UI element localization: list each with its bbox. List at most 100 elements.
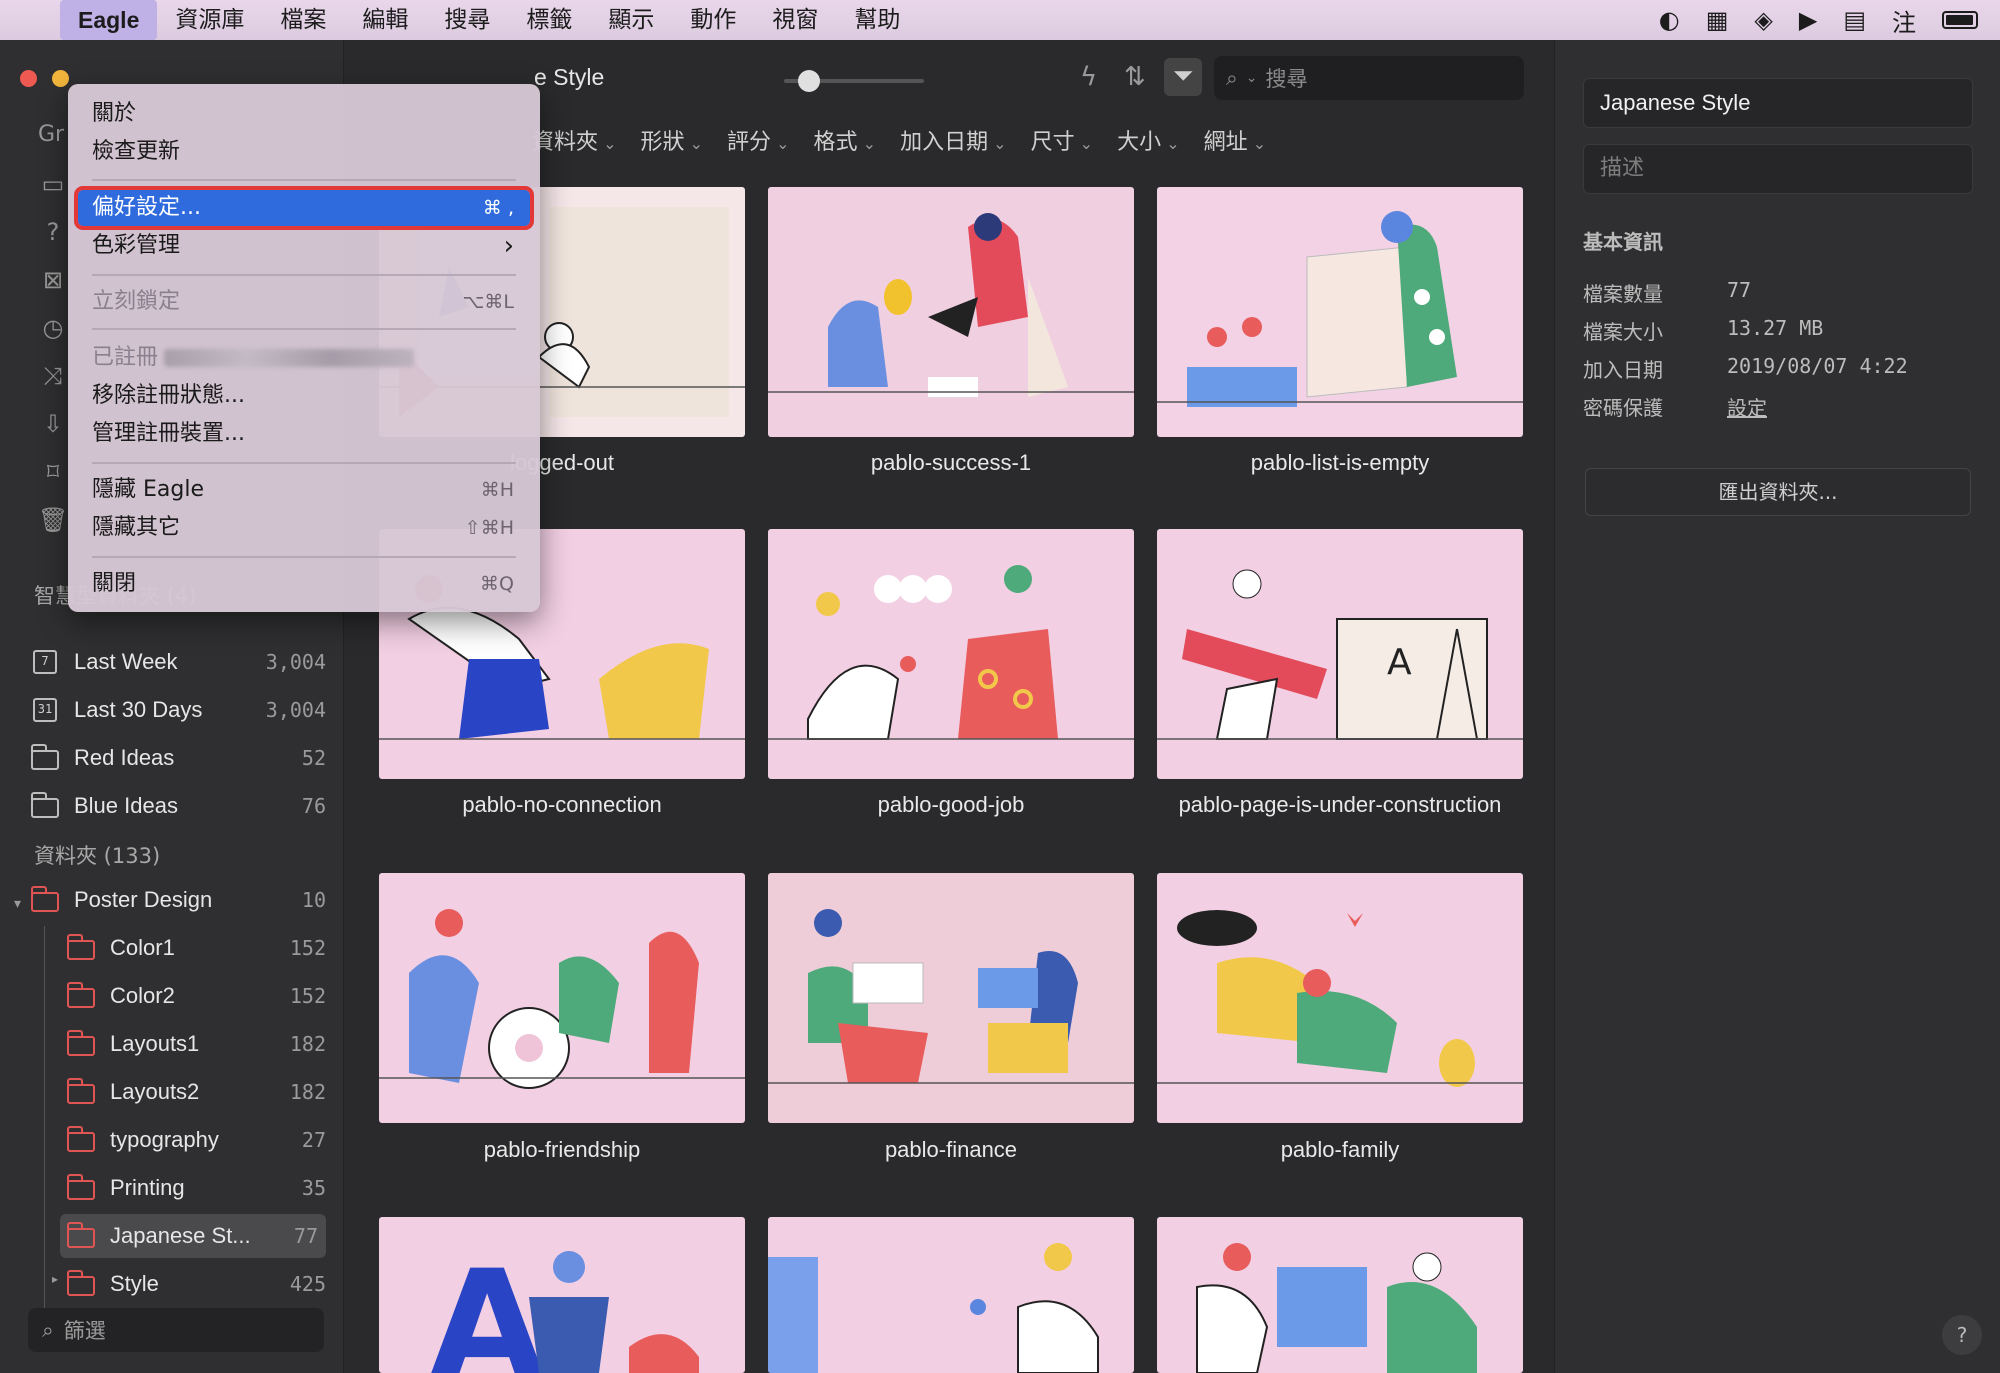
info-row-password: 密碼保護 設定 — [1583, 392, 1767, 421]
filter-placeholder: 篩選 — [63, 1319, 106, 1343]
export-folder-button[interactable]: 匯出資料夾... — [1585, 468, 1971, 516]
filter-shape[interactable]: 形狀 — [641, 124, 704, 156]
layers-icon[interactable]: ◈ — [1754, 6, 1772, 34]
bookmark-icon[interactable]: ⌑ — [38, 458, 68, 506]
menu-window[interactable]: 視窗 — [754, 0, 836, 40]
folder-poster-design[interactable]: Poster Design 10 — [30, 878, 326, 922]
menu-eagle[interactable]: Eagle — [60, 0, 158, 40]
random-icon[interactable]: ⤨ — [38, 362, 68, 410]
menu-item-remove-registration[interactable]: 移除註冊狀態... — [78, 378, 530, 414]
slider-knob[interactable] — [798, 70, 820, 92]
menu-item-hide-others[interactable]: 隱藏其它 ⇧⌘H — [78, 510, 530, 546]
thumbnail-size-slider[interactable] — [784, 70, 924, 92]
folder-icon — [66, 1030, 96, 1057]
filter-format[interactable]: 格式 — [814, 124, 877, 156]
close-window-button[interactable] — [20, 70, 37, 87]
menu-item-check-updates[interactable]: 檢查更新 — [78, 134, 530, 170]
filter-dimensions[interactable]: 尺寸 — [1031, 124, 1094, 156]
menu-tags[interactable]: 標籤 — [508, 0, 590, 40]
menu-item-color-management[interactable]: 色彩管理 › — [78, 228, 530, 264]
unsorted-icon[interactable]: ? — [38, 218, 68, 266]
info-value: 77 — [1727, 278, 1752, 302]
info-row-date-added: 加入日期 2019/08/07 4:22 — [1583, 354, 1908, 383]
trash-icon[interactable]: 🗑 — [38, 506, 68, 554]
disclosure-triangle-icon[interactable]: ▾ — [14, 896, 21, 912]
filter-icon[interactable]: ⏷ — [1164, 58, 1202, 96]
menu-item-about[interactable]: 關於 — [78, 96, 530, 132]
grid-thumbnail[interactable] — [768, 1217, 1134, 1373]
folder-typography[interactable]: typography 27 — [66, 1118, 326, 1162]
smart-folder-last-week[interactable]: 7 Last Week 3,004 — [30, 640, 326, 684]
folder-japanese-style[interactable]: Japanese St... 77 — [60, 1214, 326, 1258]
folder-style[interactable]: Style 425 — [66, 1262, 326, 1306]
menu-edit[interactable]: 編輯 — [344, 0, 426, 40]
keyboard-icon[interactable]: ▤ — [1843, 6, 1866, 34]
folder-count: 425 — [289, 1272, 326, 1296]
illustration-image — [1157, 910, 1523, 1087]
menu-item-lock-now[interactable]: 立刻鎖定 ⌥⌘L — [78, 284, 530, 320]
folder-layouts2[interactable]: Layouts2 182 — [66, 1070, 326, 1114]
filter-rating[interactable]: 評分 — [727, 124, 790, 156]
menu-item-preferences[interactable]: 偏好設定... ⌘ , — [74, 186, 534, 230]
menu-library[interactable]: 資源庫 — [157, 0, 262, 40]
smart-folder-blue-ideas[interactable]: Blue Ideas 76 — [30, 784, 326, 828]
disclosure-triangle-icon[interactable]: ▸ — [52, 1272, 58, 1286]
smart-folder-icon — [30, 744, 60, 771]
play-icon[interactable]: ▶ — [1799, 6, 1817, 34]
folder-name-input[interactable]: Japanese Style — [1583, 78, 1973, 128]
grid-thumbnail[interactable] — [768, 529, 1134, 779]
folder-label: typography — [110, 1127, 219, 1152]
grid-thumbnail[interactable] — [379, 873, 745, 1123]
menu-item-quit[interactable]: 關閉 ⌘Q — [78, 566, 530, 602]
filter-folder[interactable]: 資料夾 — [532, 124, 617, 156]
menu-file[interactable]: 檔案 — [262, 0, 344, 40]
filter-url[interactable]: 網址 — [1204, 124, 1267, 156]
folder-layouts1[interactable]: Layouts1 182 — [66, 1022, 326, 1066]
smart-folder-last-30-days[interactable]: 31 Last 30 Days 3,004 — [30, 688, 326, 732]
folder-printing[interactable]: Printing 35 — [66, 1166, 326, 1210]
recent-icon[interactable]: ◷ — [38, 314, 68, 362]
sidebar-group-label: Gr — [38, 122, 65, 147]
search-input[interactable]: ⌕ ⌄ 搜尋 — [1214, 56, 1524, 100]
smart-folder-label: Red Ideas — [74, 745, 175, 770]
help-button[interactable]: ? — [1942, 1315, 1982, 1355]
grid-thumbnail[interactable] — [1157, 873, 1523, 1123]
smart-folder-red-ideas[interactable]: Red Ideas 52 — [30, 736, 326, 780]
folder-description-input[interactable]: 描述 — [1583, 144, 1973, 194]
menu-view[interactable]: 顯示 — [590, 0, 672, 40]
menu-separator — [92, 328, 516, 330]
bookmark-grid-icon[interactable]: ▦ — [1706, 6, 1729, 34]
set-password-link[interactable]: 設定 — [1727, 392, 1767, 421]
inbox-icon[interactable]: ▭ — [38, 170, 68, 218]
import-icon[interactable]: ⇩ — [38, 410, 68, 458]
shortcut-label: ⌘Q — [480, 573, 514, 595]
lightning-icon[interactable]: ϟ — [1080, 62, 1097, 92]
sidebar-filter-input[interactable]: ⌕ 篩選 — [28, 1308, 324, 1352]
grid-thumbnail[interactable]: A — [379, 1217, 745, 1373]
search-dropdown-icon[interactable]: ⌄ — [1246, 70, 1258, 86]
folder-color2[interactable]: Color2 152 — [66, 974, 326, 1018]
menu-item-hide-eagle[interactable]: 隱藏 Eagle ⌘H — [78, 472, 530, 508]
grid-thumbnail[interactable] — [1157, 187, 1523, 437]
minimize-window-button[interactable] — [52, 70, 69, 87]
smart-folder-count: 76 — [301, 794, 326, 818]
grid-thumbnail[interactable] — [1157, 1217, 1523, 1373]
menu-help[interactable]: 幫助 — [836, 0, 918, 40]
sort-icon[interactable]: ⇅ — [1124, 62, 1146, 92]
folder-color1[interactable]: Color1 152 — [66, 926, 326, 970]
folder-icon — [66, 982, 96, 1009]
filter-date-added[interactable]: 加入日期 — [900, 124, 1007, 156]
battery-icon[interactable] — [1942, 11, 1978, 29]
menu-actions[interactable]: 動作 — [672, 0, 754, 40]
input-method-icon[interactable]: 注 — [1892, 3, 1916, 38]
thumbnail-caption: pablo-finance — [884, 1137, 1018, 1162]
grid-thumbnail[interactable] — [768, 187, 1134, 437]
grid-thumbnail[interactable] — [768, 873, 1134, 1123]
untagged-icon[interactable]: ⊠ — [38, 266, 68, 314]
grid-thumbnail[interactable]: A — [1157, 529, 1523, 779]
thumbnail-caption: pablo-friendship — [483, 1137, 641, 1162]
filter-size[interactable]: 大小 — [1117, 124, 1180, 156]
menu-item-manage-devices[interactable]: 管理註冊裝置... — [78, 416, 530, 452]
eagle-status-icon[interactable]: ◐ — [1659, 6, 1680, 34]
menu-search[interactable]: 搜尋 — [426, 0, 508, 40]
